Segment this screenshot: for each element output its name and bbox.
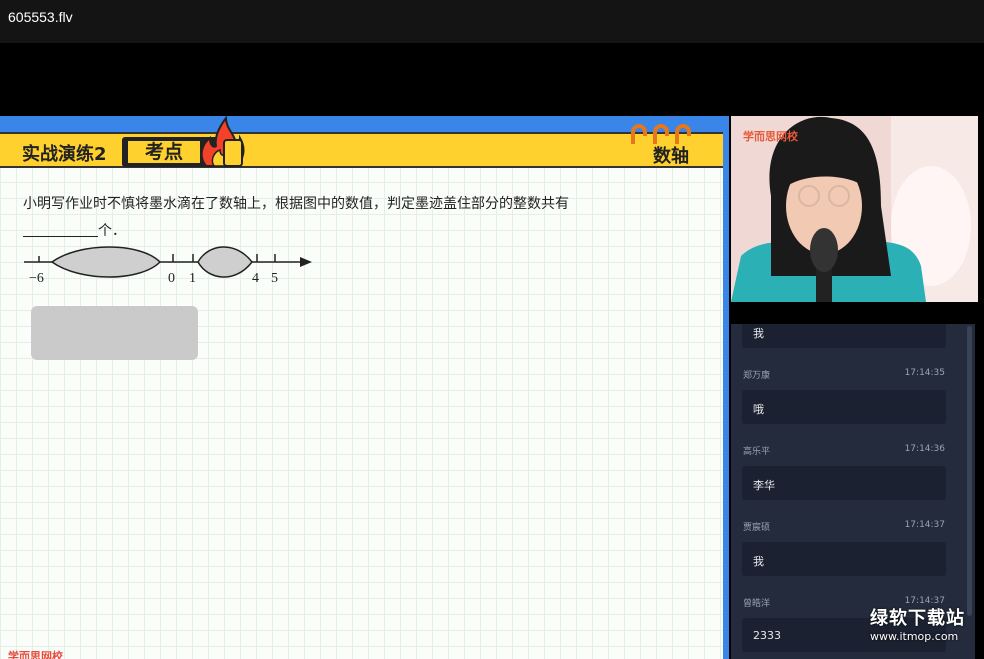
question-text: 小明写作业时不慎将墨水滴在了数轴上，根据图中的数值，判定墨迹盖住部分的整数共有 xyxy=(23,196,569,212)
chat-message-text: 我 xyxy=(753,555,764,568)
chat-timestamp: 17:14:37 xyxy=(904,520,945,530)
chat-sender-name: 郑万康 xyxy=(743,371,771,381)
tick-label-neg6: −6 xyxy=(29,271,44,284)
chat-message-text: 2333 xyxy=(753,629,781,642)
slide-title: 实战演练2 xyxy=(22,144,107,165)
tick-label-1: 1 xyxy=(189,271,196,284)
chat-scrollbar[interactable] xyxy=(967,326,972,616)
flame-icon xyxy=(200,116,245,167)
chat-timestamp: 17:14:35 xyxy=(904,368,945,378)
slide-brand-logo: 学而思网校 xyxy=(8,650,63,659)
question-suffix: 个． xyxy=(98,223,126,239)
chat-timestamp: 17:14:36 xyxy=(904,444,945,454)
exam-point-label: 考点 xyxy=(128,141,200,163)
chat-message: 李华 xyxy=(742,466,946,500)
teacher-camera-feed: 学而思网校 xyxy=(731,116,978,302)
title-bar: 605553.flv xyxy=(0,0,984,43)
lesson-slide: 实战演练2 考点 数轴 小明写作业时不慎将墨水滴在了数轴上，根据图中的数值，判定… xyxy=(0,116,729,659)
answer-blank xyxy=(23,236,98,237)
tick-label-0: 0 xyxy=(168,271,175,284)
chat-message-text: 我 xyxy=(753,327,764,340)
tick-label-5: 5 xyxy=(271,271,278,284)
chat-message-text: 哦 xyxy=(753,403,764,416)
camera-brand-logo: 学而思网校 xyxy=(743,130,798,143)
chat-message-text: 李华 xyxy=(753,479,775,492)
number-line-diagram: −6 0 1 4 5 xyxy=(24,246,312,284)
chat-message: 哦 xyxy=(742,390,946,424)
answer-reveal-box[interactable] xyxy=(31,306,198,360)
chat-sender-name: 高乐平 xyxy=(743,447,771,457)
chat-sender-name: 曾皓洋 xyxy=(743,599,771,609)
site-watermark: 绿软下载站 www.itmop.com xyxy=(870,604,976,643)
watermark-url: www.itmop.com xyxy=(870,630,959,643)
topic-label: 数轴 xyxy=(653,146,689,167)
watermark-title: 绿软下载站 xyxy=(870,608,965,629)
window-title: 605553.flv xyxy=(8,9,73,25)
tick-label-4: 4 xyxy=(252,271,259,284)
chat-sender-name: 贾宸硕 xyxy=(743,523,771,533)
chat-message: 我 xyxy=(742,324,946,348)
chat-message: 我 xyxy=(742,542,946,576)
video-player-window: 605553.flv 实战演练2 考点 数轴 小明写作业时不慎将墨水滴在了数轴上… xyxy=(0,0,984,659)
slide-header: 实战演练2 考点 数轴 xyxy=(0,116,723,168)
